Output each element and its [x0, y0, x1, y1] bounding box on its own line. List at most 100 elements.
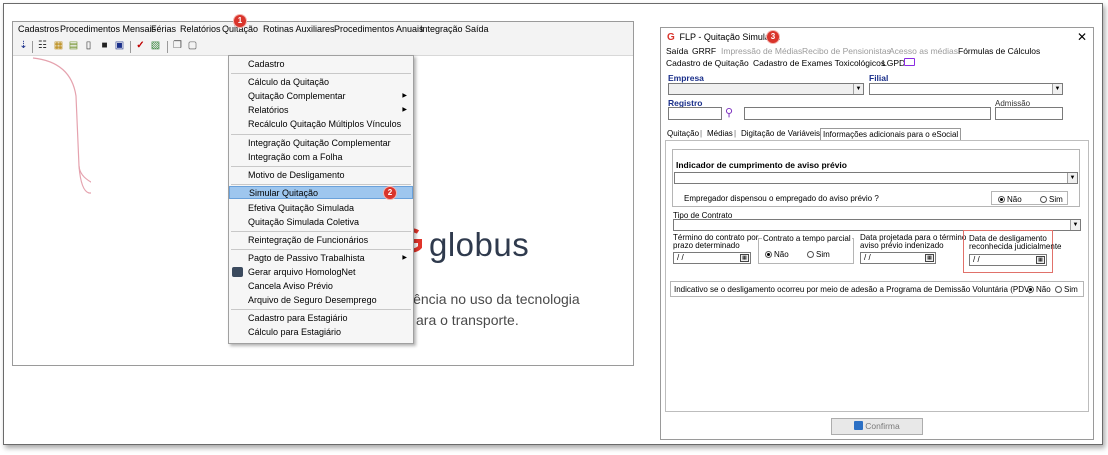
quitacao-simulada-window: G FLP - Quitação Simulada 3 ✕ Saída GRRF… [660, 27, 1094, 440]
folder-icon[interactable]: ▤ [68, 40, 79, 52]
menu-item-calculo-estagiario[interactable]: Cálculo para Estagiário [229, 326, 413, 339]
menu-saida[interactable]: Saída [465, 24, 489, 34]
submenu-arrow-icon: ▶ [402, 255, 407, 261]
quitacao-dropdown-menu: Cadastro Cálculo da Quitação Quitação Co… [228, 55, 414, 344]
down-arrow-icon[interactable]: ⇣ [18, 40, 29, 52]
data-desligamento-date[interactable]: / / ▦ [969, 254, 1047, 266]
termino-contrato-date[interactable]: / / ▦ [673, 252, 751, 264]
tab-quitacao[interactable]: Quitação [667, 129, 699, 138]
app-logo-icon: G [667, 32, 675, 43]
menu-exames-toxicologicos[interactable]: Cadastro de Exames Toxicológicos [753, 58, 885, 68]
menu-item-integracao-folha[interactable]: Integração com a Folha [229, 151, 413, 164]
menu-item-cadastro[interactable]: Cadastro [229, 58, 413, 71]
tab-medias[interactable]: Médias [707, 129, 733, 138]
submenu-arrow-icon: ▶ [402, 93, 407, 99]
homolognet-icon [232, 267, 243, 277]
esocial-panel: Indicador de cumprimento de aviso prévio… [665, 140, 1089, 412]
tempo-parcial-nao-radio[interactable]: Não [765, 250, 789, 259]
aviso-previo-select[interactable]: ▼ [674, 172, 1078, 184]
menu-item-gerar-homolognet[interactable]: Gerar arquivo HomologNet [229, 266, 413, 279]
search-icon[interactable]: ⚲ [725, 106, 733, 119]
chart-icon[interactable]: ▧ [150, 40, 161, 52]
submenu-arrow-icon: ▶ [402, 107, 407, 113]
screenshot-frame: Cadastros Procedimentos Mensais Férias R… [3, 3, 1103, 445]
data-projetada-label: Data projetada para o término aviso prévi… [860, 233, 967, 250]
brand-tagline: iência no uso da tecnologia ara o transp… [410, 289, 580, 331]
confirm-icon [854, 421, 864, 430]
report-icon[interactable]: ▣ [114, 40, 125, 52]
menu-acesso-medias[interactable]: Acesso as médias [889, 46, 958, 56]
calendar-icon: ▦ [740, 254, 749, 262]
termino-contrato-label: Término do contrato por prazo determinado [673, 233, 759, 250]
menu-item-pagto-passivo[interactable]: Pagto de Passivo Trabalhista ▶ [229, 252, 413, 265]
copy-icon[interactable]: ❐ [172, 40, 183, 52]
step-badge-1: 1 [234, 15, 246, 27]
pdv-question: Indicativo se o desligamento ocorreu por… [674, 285, 1032, 294]
tempo-parcial-sim-radio[interactable]: Sim [807, 250, 830, 259]
filial-select[interactable]: ▼ [869, 83, 1063, 95]
save-icon[interactable]: ■ [99, 40, 110, 52]
menu-item-seguro-desemprego[interactable]: Arquivo de Seguro Desemprego [229, 294, 413, 307]
confirma-button[interactable]: Confirma [831, 418, 923, 435]
menu-formulas-calculos[interactable]: Fórmulas de Cálculos [958, 46, 1040, 56]
menu-procedimentos-mensais[interactable]: Procedimentos Mensais [60, 24, 156, 34]
menu-recibo-pensionistas[interactable]: Recibo de Pensionistas [802, 46, 891, 56]
menu-cadastro-quitacao[interactable]: Cadastro de Quitação [666, 58, 749, 68]
menu-item-cancela-aviso[interactable]: Cancela Aviso Prévio [229, 280, 413, 293]
menu-item-efetiva-quitacao-simulada[interactable]: Efetiva Quitação Simulada [229, 202, 413, 215]
empresa-label: Empresa [668, 73, 704, 83]
calendar-icon: ▦ [925, 254, 934, 262]
menu-grrf[interactable]: GRRF [692, 46, 716, 56]
new-document-icon[interactable]: ▢ [187, 40, 198, 52]
menu-item-calculo-quitacao[interactable]: Cálculo da Quitação [229, 76, 413, 89]
menu-item-quitacao-complementar[interactable]: Quitação Complementar ▶ [229, 90, 413, 103]
pdv-sim-radio[interactable]: Sim [1055, 285, 1078, 294]
window-title: G FLP - Quitação Simulada [667, 32, 780, 43]
lgpd-icon[interactable] [904, 58, 915, 66]
menu-rotinas-auxiliares[interactable]: Rotinas Auxiliares [263, 24, 335, 34]
dispensou-sim-radio[interactable]: Sim [1040, 195, 1063, 204]
chevron-down-icon: ▼ [1052, 84, 1062, 94]
document-icon[interactable]: ▯ [83, 40, 94, 52]
aviso-previo-header: Indicador de cumprimento de aviso prévio [676, 160, 847, 170]
menu-ferias[interactable]: Férias [151, 24, 176, 34]
menu-impressao-medias[interactable]: Impressão de Médias [721, 46, 802, 56]
admissao-field [995, 107, 1063, 120]
pdv-nao-radio[interactable]: Não [1027, 285, 1051, 294]
menu-item-quitacao-simulada-coletiva[interactable]: Quitação Simulada Coletiva [229, 216, 413, 229]
data-desligamento-label: Data de desligamento reconhecida judicial… [969, 234, 1062, 251]
tempo-parcial-label: Contrato a tempo parcial [762, 234, 852, 243]
menu-item-integracao-quitacao-complementar[interactable]: Integração Quitação Complementar [229, 137, 413, 150]
menu-cadastros[interactable]: Cadastros [18, 24, 59, 34]
close-icon[interactable]: ✕ [1077, 30, 1087, 44]
chevron-down-icon: ▼ [1070, 220, 1080, 230]
dispensou-nao-radio[interactable]: Não [998, 195, 1022, 204]
tab-digitacao-variaveis[interactable]: Digitação de Variáveis [741, 129, 820, 138]
people-icon[interactable]: ☷ [37, 40, 48, 52]
menu-item-relatorios[interactable]: Relatórios ▶ [229, 104, 413, 117]
menu-saida[interactable]: Saída [666, 46, 688, 56]
calculator-icon[interactable]: ▦ [53, 40, 64, 52]
nome-funcionario-field [744, 107, 991, 120]
menu-item-cadastro-estagiario[interactable]: Cadastro para Estagiário [229, 312, 413, 325]
main-toolbar: ⇣ ☷ ▦ ▤ ▯ ■ ▣ ✓ ▧ ❐ ▢ [13, 38, 633, 56]
main-menubar: Cadastros Procedimentos Mensais Férias R… [13, 22, 633, 38]
empresa-select[interactable]: ▼ [668, 83, 864, 95]
tab-informacoes-esocial[interactable]: Informações adicionais para o eSocial [820, 128, 962, 140]
checkmark-icon[interactable]: ✓ [135, 40, 146, 52]
brand-name: globus [429, 226, 530, 263]
calendar-icon: ▦ [1036, 256, 1045, 264]
menu-integracao[interactable]: Integração [420, 24, 463, 34]
menu-procedimentos-anuais[interactable]: Procedimentos Anuais [334, 24, 424, 34]
decorative-curve [32, 57, 91, 194]
registro-input[interactable] [668, 107, 722, 120]
menu-item-motivo-desligamento[interactable]: Motivo de Desligamento [229, 169, 413, 182]
menu-item-recalculo[interactable]: Recálculo Quitação Múltiplos Vínculos [229, 118, 413, 131]
data-projetada-date[interactable]: / / ▦ [860, 252, 936, 264]
filial-label: Filial [869, 73, 889, 83]
menu-item-reintegracao[interactable]: Reintegração de Funcionários [229, 234, 413, 247]
tagline-line-1: iência no uso da tecnologia [410, 291, 580, 307]
menu-lgpd[interactable]: LGPD [882, 58, 905, 68]
menu-relatorios[interactable]: Relatórios [180, 24, 221, 34]
chevron-down-icon: ▼ [1067, 173, 1077, 183]
